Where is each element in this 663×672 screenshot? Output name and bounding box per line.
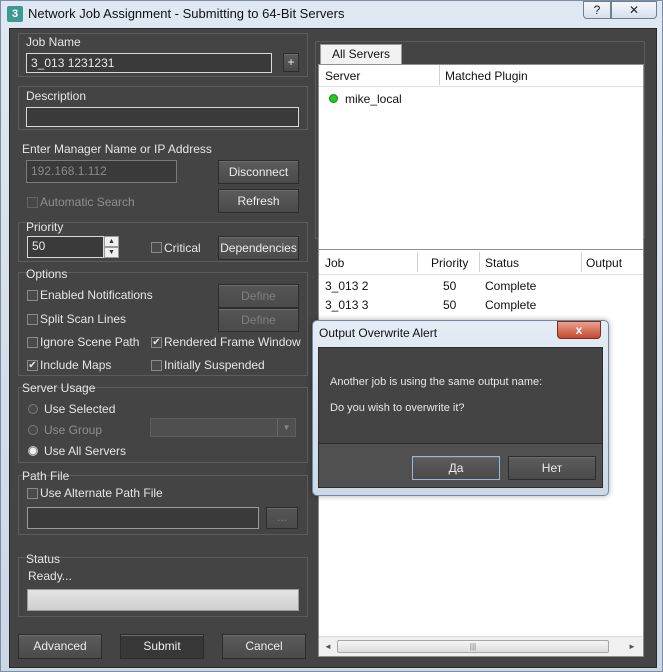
rendered-frame-window-label: Rendered Frame Window [164,335,301,349]
critical-checkbox[interactable] [151,242,162,253]
output-overwrite-alert-dialog: Output Overwrite Alert x Another job is … [312,320,609,496]
column-divider [479,252,480,272]
alert-button-area: Да Нет [318,444,603,488]
yes-button[interactable]: Да [412,456,500,480]
job-name-input[interactable]: 3_013 1231231 [26,53,272,73]
no-button[interactable]: Нет [508,456,596,480]
alert-close-button[interactable]: x [557,321,601,339]
description-label: Description [26,89,87,103]
job-column-header[interactable]: Job [325,256,344,270]
initially-suspended-checkbox[interactable] [151,360,162,371]
path-file-label: Path File [22,469,70,483]
column-divider [581,252,582,272]
jobs-horizontal-scrollbar[interactable]: ◄ ||| ► [319,636,643,656]
priority-column-header[interactable]: Priority [431,256,468,270]
network-job-assignment-window: 3 Network Job Assignment - Submitting to… [0,0,663,672]
status-label: Status [26,552,61,566]
dropdown-arrow-icon: ▼ [277,419,295,436]
server-column-header[interactable]: Server [325,69,360,83]
app-icon: 3 [7,6,23,22]
alert-message-area: Another job is using the same output nam… [318,347,603,444]
browse-path-button[interactable]: ... [266,507,298,529]
column-divider [439,65,440,85]
alternate-path-input[interactable] [27,507,259,529]
job-name-label: Job Name [26,35,81,49]
window-title: Network Job Assignment - Submitting to 6… [28,6,345,21]
ignore-scene-path-checkbox[interactable] [27,337,38,348]
initially-suspended-label: Initially Suspended [164,358,265,372]
rendered-frame-window-checkbox[interactable]: ✔ [151,337,162,348]
manager-address-input[interactable]: 192.168.1.112 [26,160,177,183]
use-all-servers-label: Use All Servers [44,444,127,458]
submit-button[interactable]: Submit [120,634,204,659]
server-row[interactable]: mike_local [319,90,643,110]
status-text: Ready... [28,569,72,583]
use-alternate-path-checkbox[interactable] [27,488,38,499]
refresh-button[interactable]: Refresh [218,189,299,213]
matched-plugin-column-header[interactable]: Matched Plugin [445,69,528,83]
use-group-label: Use Group [44,423,103,437]
alert-message-line2: Do you wish to overwrite it? [330,402,465,414]
close-button[interactable]: ✕ [611,1,657,19]
scroll-right-icon[interactable]: ► [625,640,639,653]
job-priority-cell: 50 [443,298,457,312]
manager-label: Enter Manager Name or IP Address [22,142,212,156]
automatic-search-checkbox[interactable] [27,197,38,208]
use-all-servers-radio[interactable] [28,446,38,456]
priority-down-arrow-icon[interactable]: ▼ [104,247,119,258]
title-bar: 3 Network Job Assignment - Submitting to… [1,1,663,27]
use-selected-radio[interactable] [28,404,38,414]
job-status-cell: Complete [485,279,537,293]
dependencies-button[interactable]: Dependencies [218,236,299,260]
use-group-radio[interactable] [28,425,38,435]
add-job-name-button[interactable]: + [283,53,299,72]
alert-title: Output Overwrite Alert [319,326,438,340]
job-name-cell: 3_013 2 [325,279,369,293]
split-scan-lines-label: Split Scan Lines [40,312,127,326]
ignore-scene-path-label: Ignore Scene Path [40,335,140,349]
description-input[interactable] [26,107,299,127]
critical-label: Critical [164,241,201,255]
use-selected-label: Use Selected [44,402,116,416]
include-maps-label: Include Maps [40,358,112,372]
job-status-cell: Complete [485,298,537,312]
enabled-notifications-label: Enabled Notifications [40,288,153,302]
alert-message-line1: Another job is using the same output nam… [330,376,543,388]
priority-up-arrow-icon[interactable]: ▲ [104,236,119,247]
column-divider [417,252,418,272]
scroll-left-icon[interactable]: ◄ [321,640,335,653]
tab-all-servers[interactable]: All Servers [320,44,402,64]
server-usage-label: Server Usage [22,381,96,395]
servers-list: Server Matched Plugin mike_local [318,64,644,268]
job-priority-cell: 50 [443,279,457,293]
header-divider [319,274,643,275]
header-divider [319,86,643,87]
automatic-search-label: Automatic Search [40,195,135,209]
job-name-cell: 3_013 3 [325,298,369,312]
status-progress-bar [27,589,299,611]
status-column-header[interactable]: Status [485,256,519,270]
help-button[interactable]: ? [583,1,611,19]
use-alternate-path-label: Use Alternate Path File [40,486,163,500]
priority-label: Priority [26,220,64,234]
server-name: mike_local [345,92,402,106]
disconnect-button[interactable]: Disconnect [218,160,299,184]
enabled-notifications-checkbox[interactable] [27,290,38,301]
priority-input[interactable]: 50 [27,236,104,258]
split-scan-lines-checkbox[interactable] [27,314,38,325]
server-group-dropdown[interactable]: ▼ [150,418,296,437]
job-row[interactable]: 3_013 3 50 Complete [319,296,643,315]
define-scan-lines-button[interactable]: Define [218,308,299,332]
scroll-thumb[interactable]: ||| [337,640,609,653]
options-label: Options [26,267,68,281]
cancel-button[interactable]: Cancel [222,634,306,659]
server-online-icon [329,94,338,103]
job-row[interactable]: 3_013 2 50 Complete [319,277,643,296]
advanced-button[interactable]: Advanced [18,634,102,659]
define-notifications-button[interactable]: Define [218,284,299,308]
include-maps-checkbox[interactable]: ✔ [27,360,38,371]
output-column-header[interactable]: Output [586,256,622,270]
